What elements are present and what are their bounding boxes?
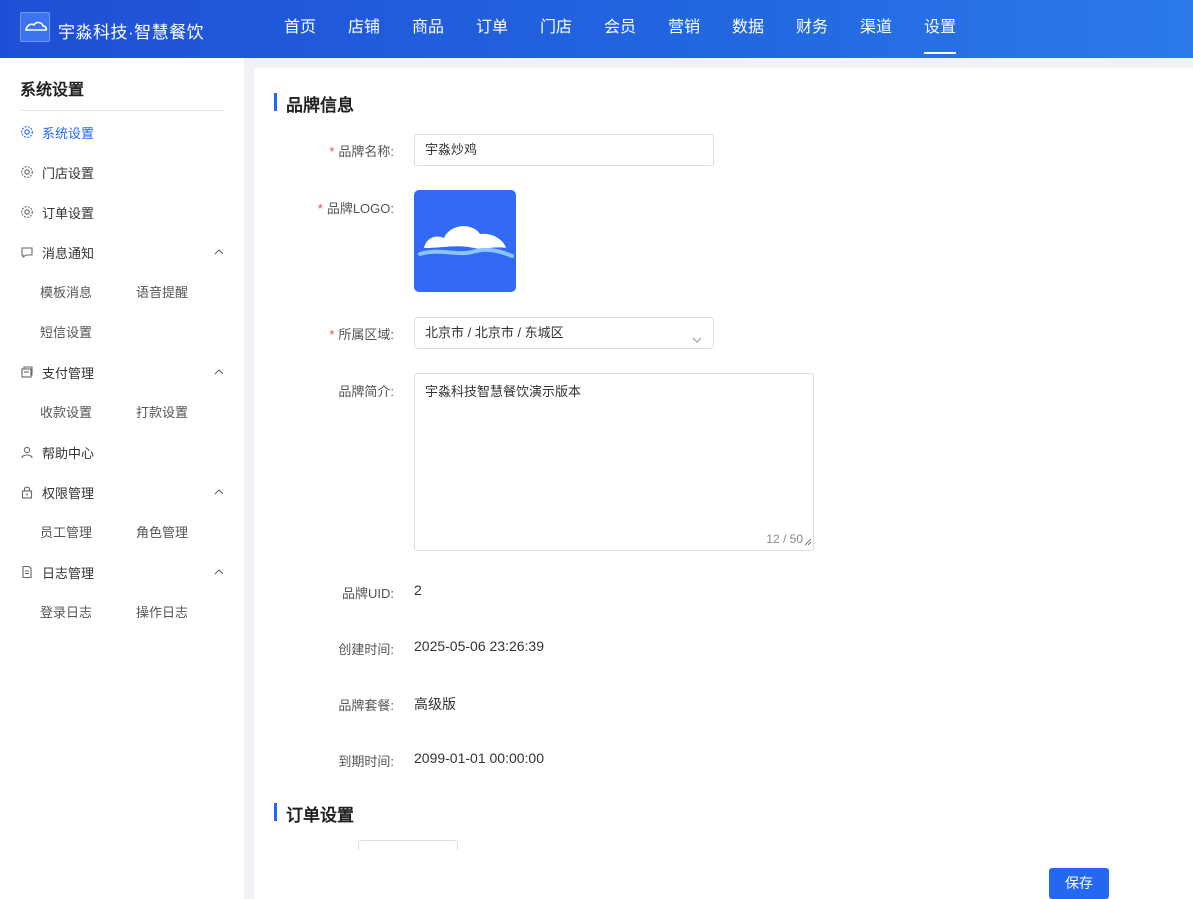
gear-icon [20, 125, 34, 139]
cloud-logo-icon [25, 21, 48, 31]
brand-logo-upload[interactable] [414, 190, 516, 292]
sidebar-item-store-settings[interactable]: 门店设置 [20, 161, 224, 183]
app-logo[interactable] [20, 12, 50, 42]
sidebar-item-label: 日志管理 [42, 565, 95, 581]
region-label: * 所属区域: [329, 327, 394, 342]
brand-name-label: * 品牌名称: [329, 144, 394, 159]
log-icon [20, 565, 34, 579]
section-title-order-settings: 订单设置 [274, 801, 354, 826]
nav-products[interactable]: 商品 [396, 0, 460, 58]
sidebar-item-label: 帮助中心 [42, 445, 95, 461]
sidebar-subitem-collection-settings[interactable]: 收款设置 [40, 402, 92, 421]
sidebar-subitem-login-logs[interactable]: 登录日志 [40, 602, 92, 621]
message-icon [20, 245, 34, 259]
sidebar-item-label: 订单设置 [42, 205, 95, 221]
region-select-value: 北京市 / 北京市 / 东城区 [425, 325, 564, 340]
brand-plan-value: 高级版 [414, 696, 456, 712]
sidebar-title: 系统设置 [20, 82, 85, 99]
nav-settings[interactable]: 设置 [908, 0, 972, 58]
brand-intro-label: 品牌简介: [338, 384, 394, 399]
nav-shop[interactable]: 店铺 [332, 0, 396, 58]
brand-name: 宇淼科技·智慧餐饮 [58, 23, 205, 42]
brand-name-input[interactable]: 宇淼炒鸡 [414, 134, 714, 166]
nav-marketing[interactable]: 营销 [652, 0, 716, 58]
brand-plan-label: 品牌套餐: [338, 698, 394, 713]
brand-intro-text: 宇淼科技智慧餐饮演示版本 [425, 384, 582, 399]
brand-uid-label: 品牌UID: [341, 586, 394, 601]
required-marker: * [317, 201, 323, 216]
chevron-down-icon [691, 327, 703, 357]
sidebar-item-system-settings[interactable]: 系统设置 [20, 121, 224, 143]
nav-members[interactable]: 会员 [588, 0, 652, 58]
sidebar-item-label: 消息通知 [42, 245, 95, 261]
nav-data[interactable]: 数据 [716, 0, 780, 58]
order-settings-input[interactable] [358, 840, 458, 850]
sidebar-subitem-payout-settings[interactable]: 打款设置 [136, 402, 188, 421]
main-nav: 首页 店铺 商品 订单 门店 会员 营销 数据 财务 渠道 设置 [268, 0, 972, 58]
sidebar-item-notifications[interactable]: 消息通知 [20, 241, 224, 263]
sidebar-item-label: 支付管理 [42, 365, 95, 381]
chevron-up-icon[interactable] [214, 245, 224, 260]
resize-handle-icon[interactable] [804, 534, 812, 549]
chevron-up-icon[interactable] [214, 565, 224, 580]
sidebar-subitem-sms-settings[interactable]: 短信设置 [40, 322, 92, 341]
expire-time-value: 2099-01-01 00:00:00 [414, 750, 544, 766]
brand-logo-label: * 品牌LOGO: [317, 201, 394, 216]
region-select[interactable]: 北京市 / 北京市 / 东城区 [414, 317, 714, 349]
required-marker: * [329, 327, 335, 342]
chevron-up-icon[interactable] [214, 485, 224, 500]
sidebar-subitem-voice-alerts[interactable]: 语音提醒 [136, 282, 188, 301]
lock-icon [20, 485, 34, 499]
gear-icon [20, 205, 34, 219]
cloud-logo-icon [418, 226, 514, 258]
main-content: 品牌信息 * 品牌名称: 宇淼炒鸡 * 品牌LOGO: * 所属区域: 北京市 / 北… [254, 68, 1193, 899]
sidebar-item-label: 权限管理 [42, 485, 95, 501]
top-bar: 宇淼科技·智慧餐饮 首页 店铺 商品 订单 门店 会员 营销 数据 财务 渠道 … [0, 0, 1193, 58]
sidebar-item-permissions[interactable]: 权限管理 [20, 481, 224, 503]
created-time-value: 2025-05-06 23:26:39 [414, 638, 544, 654]
sidebar-item-label: 门店设置 [42, 165, 95, 181]
nav-stores[interactable]: 门店 [524, 0, 588, 58]
sidebar-divider [20, 110, 224, 111]
sidebar-item-logs[interactable]: 日志管理 [20, 561, 224, 583]
wallet-icon [20, 365, 34, 379]
sidebar-item-payment[interactable]: 支付管理 [20, 361, 224, 383]
required-marker: * [329, 144, 335, 159]
user-icon [20, 445, 34, 459]
sidebar-item-label: 系统设置 [42, 125, 95, 141]
created-time-label: 创建时间: [338, 642, 394, 657]
brand-uid-value: 2 [414, 582, 422, 598]
sidebar-item-order-settings[interactable]: 订单设置 [20, 201, 224, 223]
sidebar-subitem-template-messages[interactable]: 模板消息 [40, 282, 92, 301]
save-button[interactable]: 保存 [1049, 868, 1109, 899]
nav-orders[interactable]: 订单 [460, 0, 524, 58]
nav-finance[interactable]: 财务 [780, 0, 844, 58]
gear-icon [20, 165, 34, 179]
sidebar-item-help-center[interactable]: 帮助中心 [20, 441, 224, 463]
brand-intro-textarea[interactable]: 宇淼科技智慧餐饮演示版本 12 / 50 [414, 373, 814, 551]
expire-time-label: 到期时间: [338, 754, 394, 769]
sidebar-subitem-operation-logs[interactable]: 操作日志 [136, 602, 188, 621]
section-title-brand-info: 品牌信息 [274, 91, 354, 116]
chevron-up-icon[interactable] [214, 365, 224, 380]
sidebar-subitem-staff-management[interactable]: 员工管理 [40, 522, 92, 541]
nav-channels[interactable]: 渠道 [844, 0, 908, 58]
nav-home[interactable]: 首页 [268, 0, 332, 58]
sidebar-subitem-role-management[interactable]: 角色管理 [136, 522, 188, 541]
char-counter: 12 / 50 [766, 532, 803, 546]
sidebar: 系统设置 系统设置 门店设置 订单设置 消息通知 模板消息 语音提醒 短信设置 … [0, 58, 244, 899]
